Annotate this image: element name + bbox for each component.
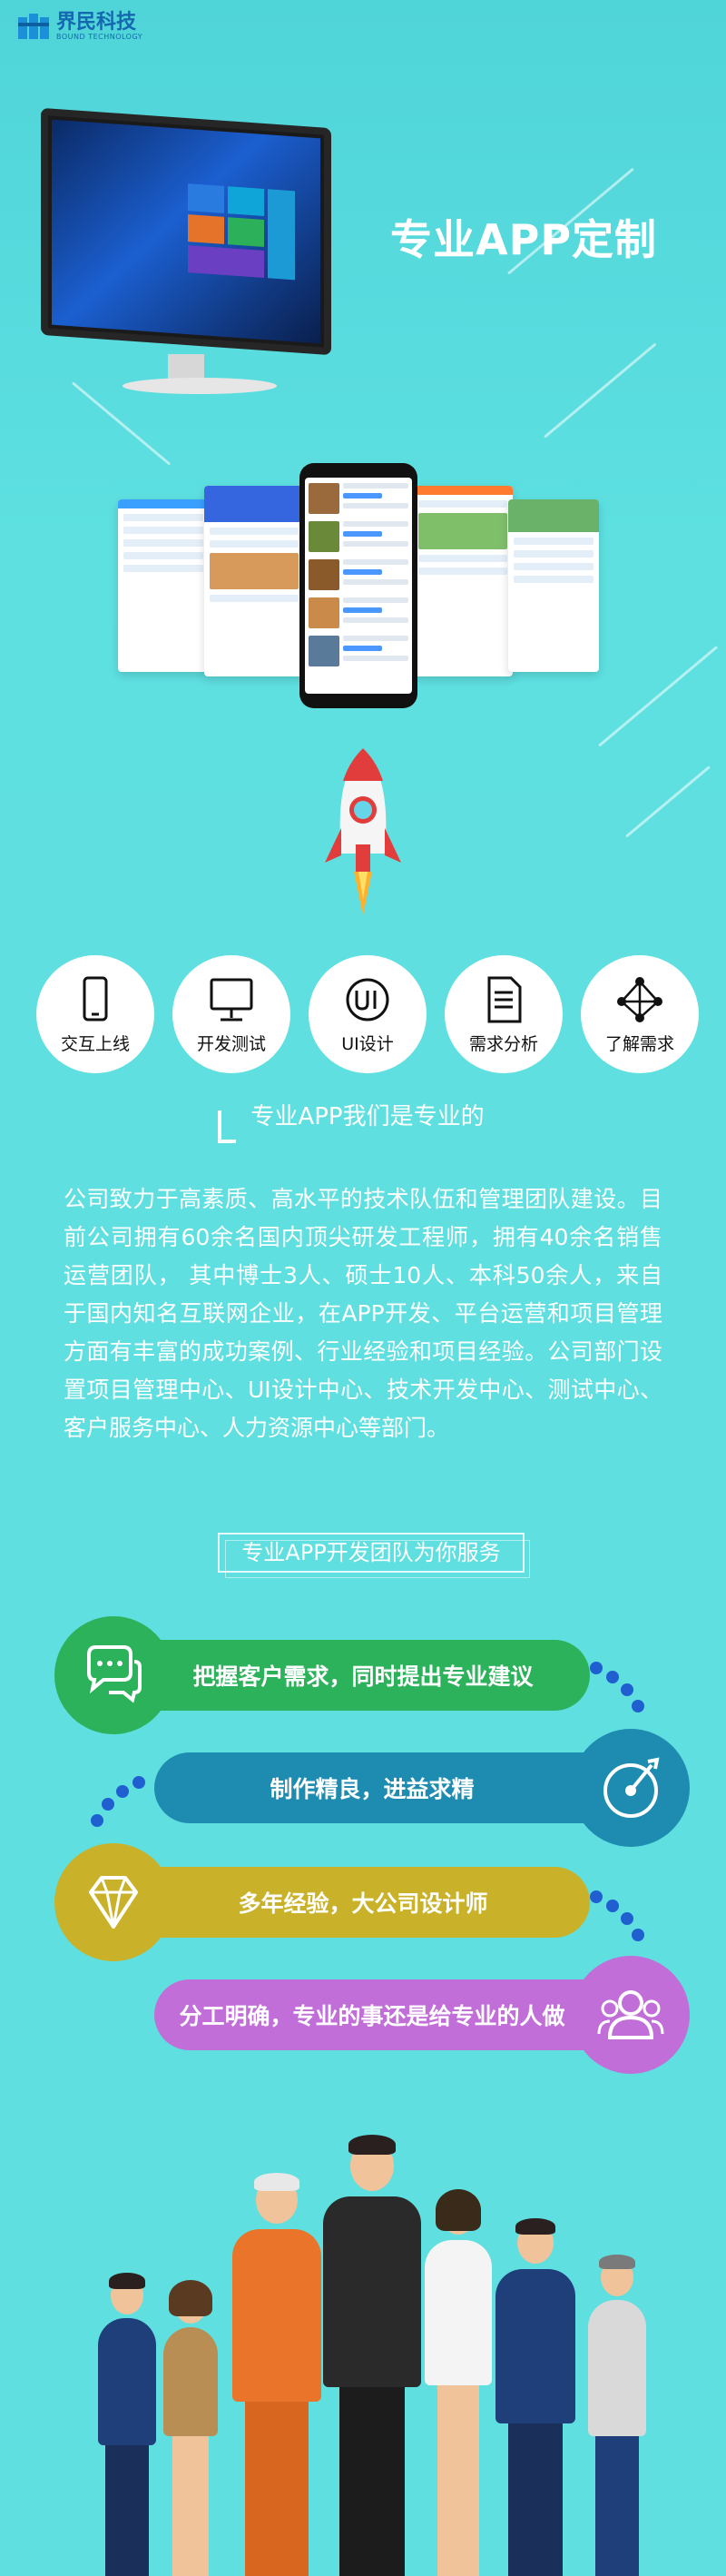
person-figure — [318, 2135, 427, 2576]
monitor-screen — [41, 107, 331, 356]
document-icon — [487, 976, 522, 1022]
feature-circle-target — [572, 1729, 690, 1847]
section-title-professional: 专业APP我们是专业的 — [218, 1094, 517, 1143]
person-figure — [154, 2280, 227, 2576]
step-dev-test[interactable]: 开发测试 — [172, 955, 290, 1073]
app-screen-card — [118, 499, 209, 672]
network-icon — [617, 976, 662, 1022]
section-title-team: 专业APP开发团队为你服务 — [218, 1533, 530, 1578]
step-label: 交互上线 — [60, 1033, 130, 1054]
target-icon — [603, 1757, 660, 1818]
person-figure — [490, 2218, 581, 2576]
person-figure — [581, 2255, 653, 2576]
monitor-illustration — [41, 107, 331, 400]
step-ui-design[interactable]: UI设计 — [309, 955, 427, 1073]
rocket-icon — [325, 748, 401, 915]
chat-icon — [87, 1645, 142, 1703]
company-intro: 公司致力于高素质、高水平的技术队伍和管理团队建设。目前公司拥有60余名国内顶尖研… — [64, 1186, 662, 1441]
brand-logo[interactable]: 界民科技 BOUND TECHNOLOGY — [18, 13, 142, 41]
team-icon — [597, 1990, 664, 2039]
phone-icon — [83, 976, 108, 1021]
step-label: 开发测试 — [196, 1033, 266, 1054]
app-screen-card — [204, 486, 304, 676]
ui-icon — [346, 978, 389, 1021]
monitor-icon — [210, 978, 253, 1021]
person-figure — [91, 2273, 163, 2576]
brand-mark-icon — [18, 13, 49, 41]
diamond-icon — [89, 1876, 138, 1929]
step-label: UI设计 — [341, 1033, 394, 1054]
feature-bar-division: 分工明确，专业的事还是给专业的人做 — [154, 1979, 644, 2050]
hero-headline: 专业APP定制 — [390, 215, 658, 264]
feature-circle-chat — [54, 1616, 172, 1734]
app-screen-card — [413, 486, 513, 676]
step-label: 需求分析 — [468, 1033, 538, 1054]
section-title-text: 专业APP我们是专业的 — [250, 1103, 485, 1130]
monitor-base — [123, 378, 277, 394]
person-figure — [227, 2173, 327, 2576]
brand-name-cn: 界民科技 — [56, 11, 137, 34]
brand-name-en: BOUND TECHNOLOGY — [56, 33, 143, 41]
app-screen-card — [508, 499, 599, 672]
app-screens-illustration — [118, 463, 608, 717]
person-figure — [417, 2189, 499, 2576]
step-requirement-analysis[interactable]: 需求分析 — [445, 955, 563, 1073]
team-illustration — [73, 2052, 672, 2576]
step-label: 了解需求 — [604, 1033, 674, 1054]
feature-circle-diamond — [54, 1843, 172, 1961]
phone-main-screen — [299, 463, 417, 708]
step-deploy[interactable]: 交互上线 — [36, 955, 154, 1073]
step-understand-needs[interactable]: 了解需求 — [581, 955, 699, 1073]
process-steps: 交互上线 开发测试 UI设计 需求分析 了解需求 — [36, 955, 699, 1073]
feature-bar-quality: 制作精良，进益求精 — [154, 1752, 644, 1823]
brand-text: 界民科技 BOUND TECHNOLOGY — [56, 11, 143, 42]
